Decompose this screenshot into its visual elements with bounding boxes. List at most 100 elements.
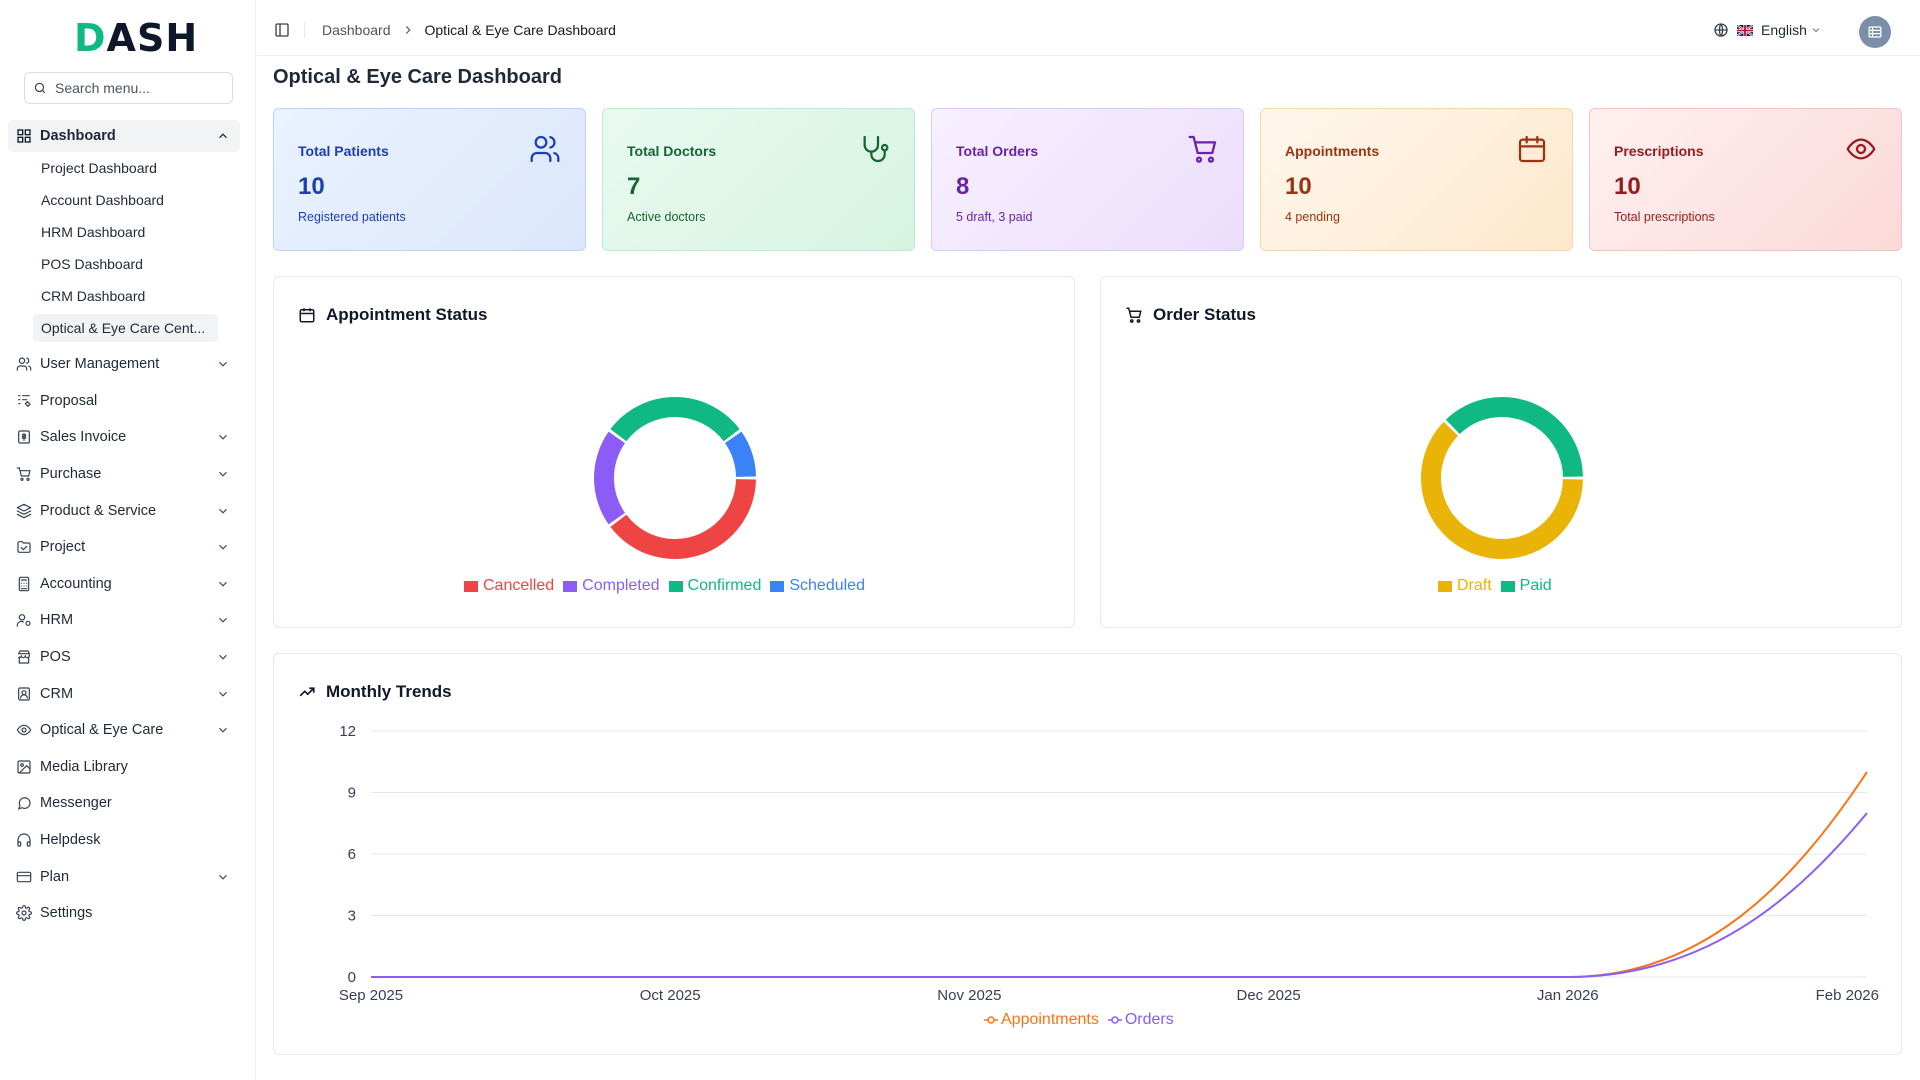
chevron-down-icon — [216, 504, 230, 518]
dashboard-submenu: Project Dashboard Account Dashboard HRM Da… — [8, 152, 240, 342]
chevron-down-icon — [216, 723, 230, 737]
chevron-right-icon — [401, 23, 415, 37]
legend-swatch — [1500, 580, 1515, 592]
logo[interactable]: DASH — [74, 16, 198, 60]
y-tick-label: 12 — [339, 723, 356, 740]
card-subtitle: 4 pending — [1285, 210, 1340, 224]
legend-swatch — [563, 580, 578, 592]
sidebar-item-settings[interactable]: Settings — [8, 895, 240, 932]
card-subtitle: Registered patients — [298, 210, 406, 224]
legend-item-confirmed[interactable]: Confirmed — [668, 577, 762, 595]
legend-item-cancelled[interactable]: Cancelled — [464, 577, 554, 595]
sidebar-subitem[interactable]: Project Dashboard — [8, 152, 240, 184]
cart-icon — [1187, 133, 1219, 165]
sidebar-item-hrm[interactable]: HRM — [8, 602, 240, 639]
eye-icon — [1845, 133, 1877, 165]
appointment-donut-chart — [594, 397, 756, 559]
legend-line-marker — [984, 1016, 998, 1024]
donut-slice-cancelled[interactable] — [610, 479, 756, 559]
avatar[interactable] — [1859, 16, 1891, 48]
sidebar-subitem[interactable]: HRM Dashboard — [8, 216, 240, 248]
header-divider — [304, 22, 305, 38]
sidebar-item-label: Helpdesk — [40, 832, 101, 849]
y-tick-label: 6 — [348, 846, 356, 863]
sidebar-item-label: Settings — [40, 905, 93, 922]
card-label: Total Orders — [956, 143, 1039, 159]
layers-icon — [16, 503, 32, 519]
calculator-icon — [16, 576, 32, 592]
breadcrumb-dashboard[interactable]: Dashboard — [322, 22, 391, 38]
card-label: Appointments — [1285, 143, 1380, 159]
sidebar-item-proposal[interactable]: Proposal — [8, 383, 240, 420]
order-legend: Draft Paid — [1438, 577, 1561, 595]
top-header: Dashboard Optical & Eye Care Dashboard E… — [257, 0, 1920, 56]
card-value: 10 — [1614, 173, 1641, 200]
donut-slice-completed[interactable] — [594, 431, 625, 525]
search-input[interactable] — [55, 80, 225, 96]
appointment-legend: Cancelled Completed Confirmed Scheduled — [464, 577, 874, 595]
avatar-icon — [1868, 26, 1882, 38]
donut-slice-confirmed[interactable] — [610, 397, 740, 442]
legend-item-paid[interactable]: Paid — [1500, 577, 1552, 595]
series-line-appointments[interactable] — [371, 771, 1868, 978]
proposal-icon — [16, 393, 32, 409]
sidebar-item-accounting[interactable]: Accounting — [8, 566, 240, 603]
chevron-up-icon — [216, 129, 230, 143]
stat-card-total-doctors: Total Doctors 7 Active doctors — [602, 108, 915, 251]
sidebar-item-dashboard[interactable]: Dashboard — [8, 120, 240, 152]
x-tick-label: Oct 2025 — [640, 987, 701, 1004]
legend-item-appointments[interactable]: Appointments — [984, 1011, 1099, 1029]
sidebar-item-optical-eye-care[interactable]: Optical & Eye Care — [8, 712, 240, 749]
y-tick-label: 9 — [348, 785, 356, 802]
sidebar-subitem[interactable]: Optical & Eye Care Cent... — [33, 314, 218, 342]
logo-mark: D — [74, 16, 107, 60]
donut-slice-paid[interactable] — [1445, 397, 1583, 477]
y-tick-label: 3 — [348, 908, 356, 925]
sidebar-item-label: Sales Invoice — [40, 429, 127, 446]
series-line-orders[interactable] — [371, 812, 1868, 978]
sidebar-item-sales-invoice[interactable]: Sales Invoice — [8, 419, 240, 456]
language-selector[interactable]: English — [1713, 22, 1822, 38]
sidebar-subitem[interactable]: POS Dashboard — [8, 248, 240, 280]
panel-title: Order Status — [1125, 305, 1256, 325]
sidebar-item-project[interactable]: Project — [8, 529, 240, 566]
sidebar-item-pos[interactable]: POS — [8, 639, 240, 676]
sidebar-item-purchase[interactable]: Purchase — [8, 456, 240, 493]
sidebar-item-label: Proposal — [40, 392, 98, 409]
chevron-down-icon — [216, 650, 230, 664]
sidebar-item-product-service[interactable]: Product & Service — [8, 492, 240, 529]
sidebar-item-crm[interactable]: CRM — [8, 675, 240, 712]
legend-swatch — [1438, 580, 1452, 592]
sidebar-subitem[interactable]: Account Dashboard — [8, 184, 240, 216]
sidebar-toggle-icon[interactable] — [274, 22, 290, 38]
order-donut-chart — [1421, 397, 1583, 559]
search-icon — [34, 82, 46, 94]
donut-slice-scheduled[interactable] — [725, 431, 756, 477]
breadcrumb: Dashboard Optical & Eye Care Dashboard — [322, 22, 616, 38]
y-tick-label: 0 — [348, 969, 356, 986]
invoice-icon — [16, 429, 32, 445]
legend-label: Confirmed — [687, 577, 762, 594]
sidebar-item-helpdesk[interactable]: Helpdesk — [8, 822, 240, 859]
legend-label: Draft — [1457, 577, 1492, 594]
sidebar-item-messenger[interactable]: Messenger — [8, 785, 240, 822]
legend-item-completed[interactable]: Completed — [563, 577, 660, 595]
chevron-down-icon — [216, 357, 230, 371]
sidebar-item-label: POS — [40, 649, 71, 666]
legend-item-draft[interactable]: Draft — [1438, 577, 1492, 595]
sidebar-item-plan[interactable]: Plan — [8, 858, 240, 895]
stat-card-appointments: Appointments 10 4 pending — [1260, 108, 1573, 251]
users-icon — [16, 356, 32, 372]
sidebar-item-user-management[interactable]: User Management — [8, 346, 240, 383]
legend-item-scheduled[interactable]: Scheduled — [770, 577, 865, 595]
page-title: Optical & Eye Care Dashboard — [273, 66, 562, 88]
legend-item-orders[interactable]: Orders — [1107, 1011, 1174, 1029]
card-label: Total Patients — [298, 143, 389, 159]
contact-icon — [16, 686, 32, 702]
calendar-icon — [1516, 133, 1548, 165]
sidebar-item-label: Media Library — [40, 758, 128, 775]
sidebar-subitem[interactable]: CRM Dashboard — [8, 280, 240, 312]
sidebar-item-media-library[interactable]: Media Library — [8, 749, 240, 786]
sidebar-item-label: Purchase — [40, 466, 102, 483]
gear-icon — [16, 905, 32, 922]
